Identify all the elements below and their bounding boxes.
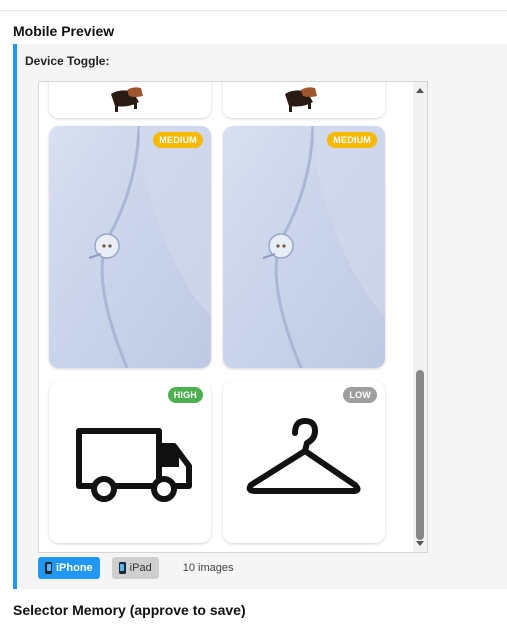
fabric-button-image (223, 126, 385, 368)
shoes-image (223, 82, 385, 118)
mobile-preview-panel: Device Toggle: MEDIUM MEDIUM HIGH LOW iP… (13, 44, 507, 589)
device-toggle-bar: iPhone iPad 10 images (38, 557, 233, 579)
ipad-button-label: iPad (129, 562, 152, 574)
priority-badge: MEDIUM (153, 132, 203, 148)
top-divider (0, 10, 507, 11)
fabric-button-image (49, 126, 211, 368)
image-card[interactable]: HIGH (49, 381, 211, 543)
truck-icon (76, 428, 192, 502)
image-card[interactable]: LOW (223, 381, 385, 543)
priority-badge: MEDIUM (327, 132, 377, 148)
scrollbar-thumb[interactable] (416, 370, 424, 540)
scroll-down-arrow-icon[interactable] (416, 541, 424, 546)
scroll-up-arrow-icon[interactable] (416, 88, 424, 93)
image-grid: MEDIUM MEDIUM HIGH LOW (39, 82, 400, 543)
priority-badge: HIGH (167, 387, 203, 403)
image-card[interactable]: MEDIUM (223, 126, 385, 368)
preview-viewport[interactable]: MEDIUM MEDIUM HIGH LOW (38, 81, 428, 553)
image-card[interactable] (223, 82, 385, 118)
image-card[interactable]: MEDIUM (49, 126, 211, 368)
iphone-button[interactable]: iPhone (38, 557, 100, 579)
mobile-preview-heading: Mobile Preview (13, 23, 115, 39)
device-toggle-label: Device Toggle: (25, 54, 110, 68)
image-card[interactable] (49, 82, 211, 118)
hanger-icon (246, 418, 361, 494)
phone-icon (45, 562, 52, 574)
ipad-button[interactable]: iPad (111, 557, 159, 579)
selector-memory-heading: Selector Memory (approve to save) (13, 602, 246, 618)
iphone-button-label: iPhone (56, 562, 93, 574)
priority-badge: LOW (343, 387, 377, 403)
vertical-scrollbar[interactable] (413, 82, 427, 552)
shoes-image (49, 82, 211, 118)
image-count: 10 images (182, 562, 234, 574)
tablet-icon (118, 562, 126, 574)
